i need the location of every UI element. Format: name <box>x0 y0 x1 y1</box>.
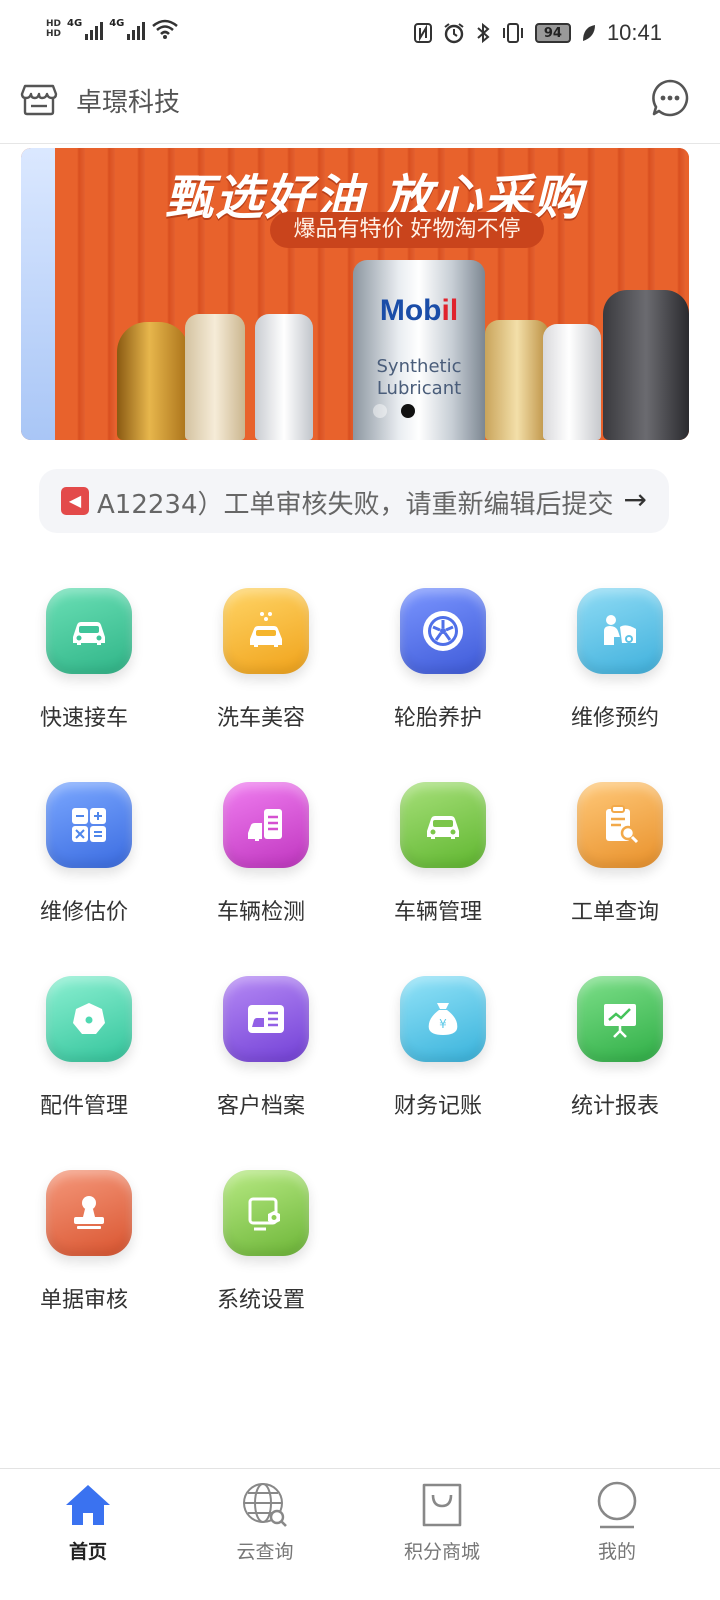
grid-item-car-wash[interactable]: 洗车美容 <box>217 588 337 748</box>
grid-item-system-settings[interactable]: 系统设置 <box>217 1170 337 1330</box>
settings-gear-icon <box>223 1170 309 1256</box>
grid-label: 洗车美容 <box>217 706 306 731</box>
vehicle-check-icon <box>223 782 309 868</box>
car-front-icon <box>46 588 132 674</box>
grid-label: 统计报表 <box>571 1094 660 1119</box>
hd-bottom: HD <box>46 29 62 39</box>
status-left: HD HD 4G 4G <box>46 18 179 40</box>
grid-label: 客户档案 <box>217 1094 306 1119</box>
grid-item-statistics-report[interactable]: 统计报表 <box>571 976 691 1136</box>
nav-item-home[interactable]: 首页 <box>28 1479 148 1564</box>
brand-logo: Mobil <box>379 294 459 327</box>
alarm-icon <box>444 23 464 44</box>
shopping-bag-icon <box>422 1483 462 1527</box>
nav-item-points-mall[interactable]: 积分商城 <box>382 1479 502 1564</box>
grid-label: 工单查询 <box>571 900 660 925</box>
grid-item-parts-management[interactable]: 配件管理 <box>40 976 160 1136</box>
oil-bottle-white <box>255 314 313 440</box>
presentation-chart-icon <box>577 976 663 1062</box>
oil-bottle-cream <box>185 314 245 440</box>
carousel-dot[interactable] <box>373 404 387 418</box>
promo-banner[interactable]: 甄选好油 放心采购 爆品有特价 好物淘不停 Mobil Synthetic Lu… <box>21 148 689 440</box>
status-bar: HD HD 4G 4G 94 10:41 <box>0 0 720 70</box>
grid-label: 车辆检测 <box>217 900 306 925</box>
user-icon <box>597 1481 637 1529</box>
hd-icon: HD HD <box>46 19 61 39</box>
notice-bar[interactable]: ◀ A12234）工单审核失败，请重新编辑后提交 → <box>39 469 669 533</box>
carousel-indicator <box>373 404 415 418</box>
grid-item-vehicle-management[interactable]: 车辆管理 <box>394 782 514 942</box>
clipboard-search-icon <box>577 782 663 868</box>
grid-label: 维修预约 <box>571 706 660 731</box>
app-header: 卓璟科技 <box>0 70 720 144</box>
clock: 10:41 <box>606 20 662 45</box>
chat-bubble-icon[interactable] <box>650 78 690 118</box>
oil-jug-coolant <box>603 290 689 440</box>
nav-label: 首页 <box>68 1541 107 1563</box>
network-label: 4G <box>109 18 125 29</box>
notice-arrow-icon[interactable]: → <box>624 483 647 516</box>
store-icon[interactable] <box>20 80 58 118</box>
status-right: 94 10:41 <box>413 20 662 46</box>
grid-label: 车辆管理 <box>394 900 483 925</box>
stamp-icon <box>46 1170 132 1256</box>
nav-item-mine[interactable]: 我的 <box>557 1479 677 1564</box>
grid-item-finance-bookkeeping[interactable]: ¥ 财务记账 <box>394 976 514 1136</box>
nav-label: 积分商城 <box>403 1541 480 1563</box>
grid-item-tire-care[interactable]: 轮胎养护 <box>394 588 514 748</box>
customer-card-icon <box>223 976 309 1062</box>
mechanic-icon <box>577 588 663 674</box>
oil-bottle-gold <box>117 322 189 440</box>
grid-item-vehicle-inspection[interactable]: 车辆检测 <box>217 782 337 942</box>
grid-label: 维修估价 <box>40 900 129 925</box>
oil-bottle-red <box>543 324 601 440</box>
carousel-dot-active[interactable] <box>401 404 415 418</box>
grid-item-document-review[interactable]: 单据审核 <box>40 1170 160 1330</box>
battery-icon: 94 <box>534 23 571 43</box>
leaf-icon <box>582 25 595 41</box>
grid-item-customer-records[interactable]: 客户档案 <box>217 976 337 1136</box>
notice-text: A12234）工单审核失败，请重新编辑后提交 <box>97 490 614 520</box>
oil-bottle-mobil1 <box>485 320 549 440</box>
car-wash-icon <box>223 588 309 674</box>
nfc-icon <box>413 23 432 43</box>
hd-top: HD <box>46 19 62 29</box>
banner-image: 甄选好油 放心采购 爆品有特价 好物淘不停 Mobil Synthetic Lu… <box>55 148 689 440</box>
grid-label: 轮胎养护 <box>394 706 483 731</box>
grid-label: 财务记账 <box>394 1094 483 1119</box>
speaker-icon: ◀ <box>61 487 89 515</box>
bluetooth-icon <box>477 22 490 44</box>
product-line-1: Synthetic <box>376 356 462 377</box>
nav-item-cloud-query[interactable]: 云查询 <box>205 1479 325 1564</box>
calculator-icon <box>46 782 132 868</box>
banner-prev-slide <box>21 148 55 440</box>
product-line-2: Lubricant <box>376 378 462 399</box>
globe-search-icon <box>243 1483 287 1527</box>
grid-label: 配件管理 <box>40 1094 129 1119</box>
signal-icon: 4G <box>67 18 104 40</box>
grid-item-repair-estimate[interactable]: 维修估价 <box>40 782 160 942</box>
grid-item-order-query[interactable]: 工单查询 <box>571 782 691 942</box>
grid-label: 系统设置 <box>217 1288 306 1313</box>
page-title: 卓璟科技 <box>76 88 181 118</box>
home-icon <box>66 1485 110 1525</box>
nav-label: 云查询 <box>236 1541 294 1563</box>
car-front-icon <box>400 782 486 868</box>
wifi-icon <box>152 19 179 39</box>
banner-subtitle: 爆品有特价 好物淘不停 <box>270 212 544 248</box>
nav-label: 我的 <box>597 1541 636 1563</box>
tire-icon <box>400 588 486 674</box>
network-label: 4G <box>67 18 83 29</box>
grid-label: 单据审核 <box>40 1288 129 1313</box>
money-bag-icon: ¥ <box>400 976 486 1062</box>
grid-label: 快速接车 <box>40 706 129 731</box>
bottom-nav: 首页 云查询 积分商城 我的 <box>0 1468 720 1600</box>
grid-item-quick-checkin[interactable]: 快速接车 <box>40 588 160 748</box>
vibrate-icon <box>502 23 523 43</box>
signal-icon: 4G <box>109 18 146 40</box>
grid-item-repair-booking[interactable]: 维修预约 <box>571 588 691 748</box>
nut-icon <box>46 976 132 1062</box>
svg-text:¥: ¥ <box>439 1017 447 1031</box>
